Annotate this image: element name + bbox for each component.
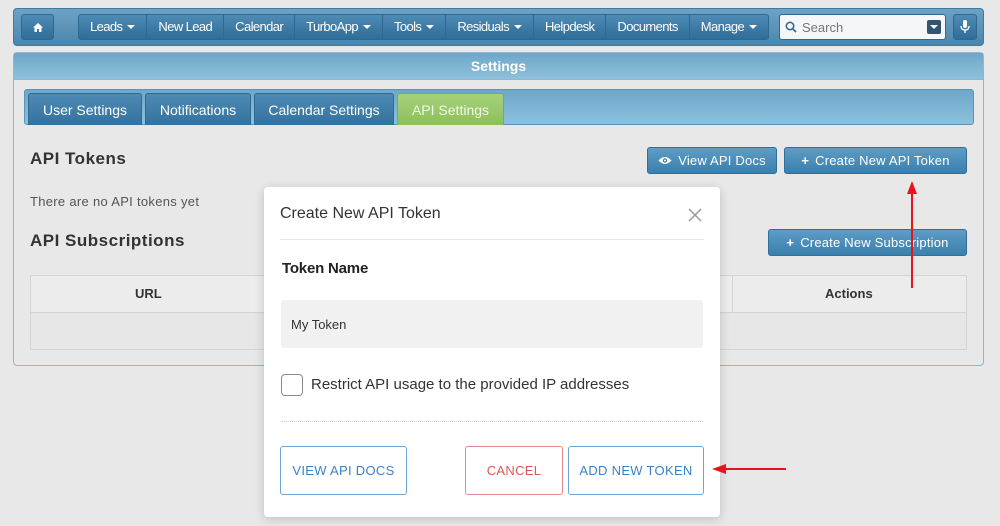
view-api-docs-button[interactable]: View API Docs <box>647 147 777 174</box>
nav-item-helpdesk[interactable]: Helpdesk <box>534 15 607 39</box>
create-token-label: Create New API Token <box>815 153 950 168</box>
add-new-token-button[interactable]: ADD NEW TOKEN <box>568 446 704 495</box>
nav-item-new-lead[interactable]: New Lead <box>147 15 225 39</box>
modal-title: Create New API Token <box>280 205 441 222</box>
tab-notifications[interactable]: Notifications <box>145 93 251 125</box>
nav-item-label: New Lead <box>158 19 213 34</box>
nav-item-label: Tools <box>393 19 422 34</box>
close-icon[interactable] <box>686 206 704 224</box>
create-subscription-label: Create New Subscription <box>800 235 949 250</box>
chevron-down-icon <box>362 25 371 29</box>
create-token-modal: Create New API Token Token Name Restrict… <box>264 187 720 517</box>
empty-tokens-message: There are no API tokens yet <box>30 194 200 209</box>
nav-item-label: Residuals <box>457 19 509 34</box>
modal-footer-divider <box>281 421 703 422</box>
url-column-header: URL <box>135 286 162 301</box>
nav-item-label: Leads <box>90 19 123 34</box>
panel-title: Settings <box>14 53 983 80</box>
home-button[interactable] <box>21 14 54 40</box>
nav-item-label: Helpdesk <box>545 19 595 34</box>
column-divider <box>732 276 733 313</box>
api-subscriptions-heading: API Subscriptions <box>30 231 185 250</box>
nav-item-label: Manage <box>700 19 745 34</box>
top-navbar: Leads New Lead Calendar TurboApp Tools Residu… <box>13 8 984 46</box>
restrict-ip-checkbox[interactable] <box>281 374 303 396</box>
nav-item-documents[interactable]: Documents <box>606 15 690 39</box>
chevron-down-icon <box>930 25 938 29</box>
arrow-left-icon <box>712 464 786 474</box>
search-icon <box>780 21 802 33</box>
search-dropdown-button[interactable] <box>927 20 941 34</box>
chevron-down-icon <box>127 25 136 29</box>
plus-icon: + <box>786 235 795 250</box>
plus-icon: + <box>801 153 810 168</box>
nav-item-leads[interactable]: Leads <box>79 15 148 39</box>
nav-item-calendar[interactable]: Calendar <box>224 15 296 39</box>
nav-item-manage[interactable]: Manage <box>690 15 768 39</box>
nav-item-turboapp[interactable]: TurboApp <box>295 15 383 39</box>
cancel-button[interactable]: CANCEL <box>465 446 563 495</box>
chevron-down-icon <box>426 25 435 29</box>
tab-calendar-settings[interactable]: Calendar Settings <box>254 93 394 125</box>
tab-user-settings[interactable]: User Settings <box>28 93 142 125</box>
nav-item-tools[interactable]: Tools <box>383 15 447 39</box>
search-box[interactable] <box>779 14 946 40</box>
create-new-api-token-button[interactable]: + Create New API Token <box>784 147 967 174</box>
main-menu: Leads New Lead Calendar TurboApp Tools Residu… <box>78 14 770 40</box>
home-icon <box>32 22 43 32</box>
nav-item-label: TurboApp <box>306 19 358 34</box>
api-tokens-heading: API Tokens <box>30 149 127 168</box>
nav-item-label: Documents <box>617 19 678 34</box>
view-api-docs-label: View API Docs <box>678 153 766 168</box>
restrict-ip-label[interactable]: Restrict API usage to the provided IP ad… <box>311 376 629 393</box>
create-new-subscription-button[interactable]: + Create New Subscription <box>768 229 967 256</box>
chevron-down-icon <box>749 25 758 29</box>
eye-icon <box>658 157 672 164</box>
nav-item-residuals[interactable]: Residuals <box>446 15 534 39</box>
view-api-docs-modal-button[interactable]: VIEW API DOCS <box>280 446 407 495</box>
settings-tabs: User Settings Notifications Calendar Set… <box>24 89 974 125</box>
token-name-input[interactable] <box>281 300 703 348</box>
token-name-label: Token Name <box>282 260 369 277</box>
chevron-down-icon <box>514 25 522 29</box>
tab-api-settings[interactable]: API Settings <box>397 93 504 125</box>
microphone-icon <box>960 20 970 33</box>
search-input[interactable] <box>802 19 917 35</box>
actions-column-header: Actions <box>825 286 873 301</box>
modal-header-divider <box>280 239 704 240</box>
voice-search-button[interactable] <box>953 14 977 40</box>
nav-item-label: Calendar <box>235 19 284 34</box>
